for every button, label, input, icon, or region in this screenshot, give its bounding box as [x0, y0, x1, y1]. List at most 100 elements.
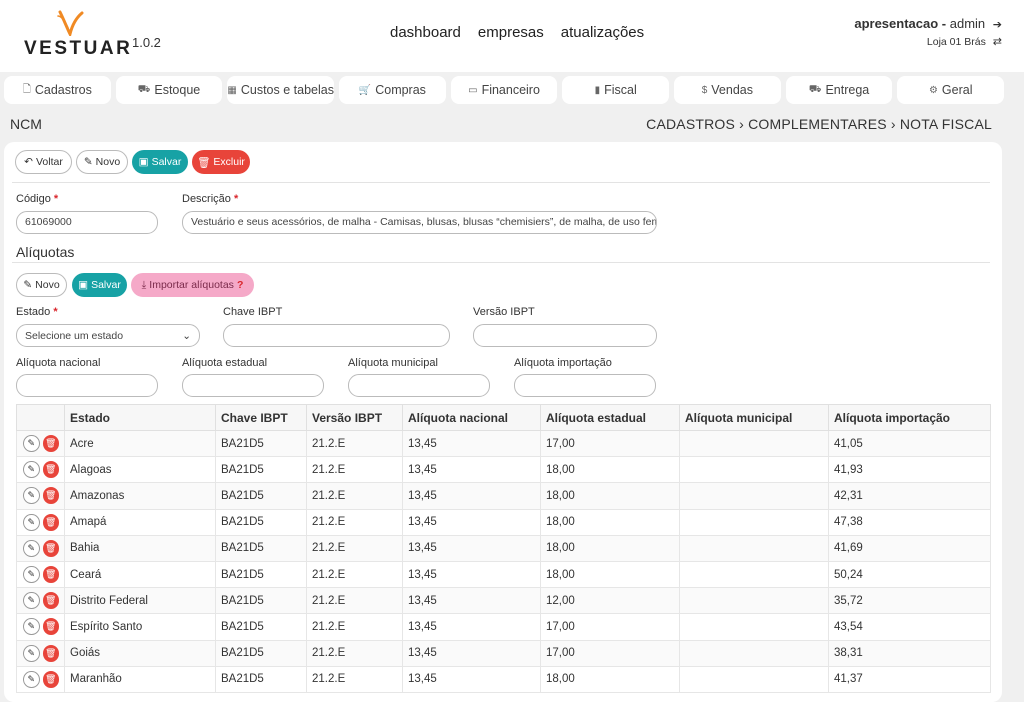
logo-mark-icon: [57, 10, 84, 36]
import-aliquotas-button[interactable]: ⤓ Importar alíquotas?: [131, 273, 254, 297]
row-actions-group: ✎ 🗑: [22, 644, 59, 662]
nav-dashboard[interactable]: dashboard: [390, 24, 461, 41]
aliquota-importacao-input[interactable]: [514, 374, 656, 397]
table-row[interactable]: ✎ 🗑 Goiás BA21D5 21.2.E 13,45 17,00 38,31: [16, 639, 991, 667]
back-arrow-icon: ↶: [24, 156, 33, 168]
floppy-icon: ▣: [78, 279, 89, 291]
table-row[interactable]: ✎ 🗑 Ceará BA21D5 21.2.E 13,45 18,00 50,24: [16, 560, 991, 589]
nav-atualizacoes[interactable]: atualizações: [561, 24, 644, 41]
edit-icon[interactable]: ✎: [23, 461, 40, 479]
menu-label: Fiscal: [604, 83, 637, 97]
back-button[interactable]: ↶ Voltar: [15, 150, 72, 174]
delete-icon[interactable]: 🗑: [42, 487, 59, 505]
delete-icon[interactable]: 🗑: [42, 461, 59, 479]
edit-icon[interactable]: ✎: [23, 539, 40, 557]
cell-aliquota-estadual: 12,00: [540, 587, 680, 615]
aliquota-estadual-input[interactable]: [182, 374, 324, 397]
aliquota-save-button[interactable]: ▣ Salvar: [72, 273, 127, 297]
pencil-icon: ✎: [83, 156, 93, 168]
chevron-down-icon: ⌄: [182, 329, 191, 342]
delete-icon[interactable]: 🗑: [42, 670, 59, 688]
delete-button[interactable]: 🗑 Excluir: [192, 150, 250, 174]
codigo-input[interactable]: 61069000: [16, 211, 158, 234]
cell-aliquota-municipal: [679, 456, 829, 484]
user-name[interactable]: apresentacao: [854, 16, 938, 31]
table-row[interactable]: ✎ 🗑 Distrito Federal BA21D5 21.2.E 13,45 12,00…: [16, 587, 991, 615]
column-header-estado[interactable]: Estado: [64, 404, 216, 431]
aliquota-municipal-label: Alíquota municipal: [348, 357, 438, 369]
chave-ibpt-input[interactable]: [223, 324, 450, 347]
cell-estado: Amapá: [64, 508, 216, 536]
table-row[interactable]: ✎ 🗑 Espírito Santo BA21D5 21.2.E 13,45 17,00 43…: [16, 613, 991, 641]
estado-select[interactable]: Selecione um estado ⌄: [16, 324, 200, 347]
column-header-versao-ibpt[interactable]: Versão IBPT: [306, 404, 403, 431]
logo-text[interactable]: VESTUAR: [24, 38, 132, 60]
descricao-input[interactable]: Vestuário e seus acessórios, de malha - …: [182, 211, 657, 234]
table-row[interactable]: ✎ 🗑 Acre BA21D5 21.2.E 13,45 17,00 41,05: [16, 429, 991, 458]
versao-ibpt-input[interactable]: [473, 324, 657, 347]
menu-financeiro[interactable]: ▭ Financeiro: [450, 76, 558, 104]
column-header-actions: [16, 404, 65, 431]
delete-icon[interactable]: 🗑: [42, 539, 59, 557]
menu-fiscal[interactable]: ▮ Fiscal: [562, 76, 670, 104]
aliquotas-table: Estado Chave IBPT Versão IBPT Alíquota n…: [16, 404, 991, 693]
table-row[interactable]: ✎ 🗑 Bahia BA21D5 21.2.E 13,45 18,00 41,69: [16, 534, 991, 562]
edit-icon[interactable]: ✎: [23, 566, 40, 584]
column-header-aliquota-estadual[interactable]: Alíquota estadual: [540, 404, 680, 431]
menu-estoque[interactable]: ⛟ Estoque: [115, 76, 223, 104]
table-row[interactable]: ✎ 🗑 Amazonas BA21D5 21.2.E 13,45 18,00 42,31: [16, 482, 991, 510]
column-header-aliquota-nacional[interactable]: Alíquota nacional: [402, 404, 541, 431]
menu-cadastros[interactable]: 🗋 Cadastros: [4, 76, 111, 104]
edit-icon[interactable]: ✎: [23, 435, 40, 453]
menu-custos-tabelas[interactable]: ▦ Custos e tabelas: [227, 76, 335, 104]
document-icon: ▮: [594, 84, 601, 96]
aliquota-municipal-input[interactable]: [348, 374, 490, 397]
row-actions: ✎ 🗑: [16, 508, 65, 536]
breadcrumb[interactable]: CADASTROS › COMPLEMENTARES › NOTA FISCAL: [646, 116, 992, 132]
edit-icon[interactable]: ✎: [23, 592, 40, 610]
switch-store-icon[interactable]: ⇄: [993, 35, 1002, 48]
edit-icon[interactable]: ✎: [23, 618, 40, 636]
cell-chave-ibpt: BA21D5: [215, 508, 307, 536]
edit-icon[interactable]: ✎: [23, 487, 40, 505]
table-row[interactable]: ✎ 🗑 Alagoas BA21D5 21.2.E 13,45 18,00 41,93: [16, 456, 991, 484]
delete-icon[interactable]: 🗑: [42, 592, 59, 610]
cell-aliquota-estadual: 18,00: [540, 508, 680, 536]
edit-icon[interactable]: ✎: [23, 513, 40, 531]
save-button[interactable]: ▣ Salvar: [132, 150, 188, 174]
logout-icon[interactable]: ➔: [993, 18, 1002, 31]
edit-icon[interactable]: ✎: [23, 670, 40, 688]
cell-estado: Acre: [64, 429, 216, 458]
menu-vendas[interactable]: $ Vendas: [674, 76, 781, 104]
new-button[interactable]: ✎ Novo: [76, 150, 128, 174]
help-icon[interactable]: ?: [237, 279, 243, 291]
nav-empresas[interactable]: empresas: [478, 24, 544, 41]
aliquota-new-button[interactable]: ✎ Novo: [16, 273, 67, 297]
store-name[interactable]: Loja 01 Brás: [927, 36, 986, 48]
table-row[interactable]: ✎ 🗑 Amapá BA21D5 21.2.E 13,45 18,00 47,38: [16, 508, 991, 536]
divider: [12, 182, 990, 183]
column-header-aliquota-municipal[interactable]: Alíquota municipal: [679, 404, 829, 431]
column-header-aliquota-importacao[interactable]: Alíquota importação: [828, 404, 991, 431]
column-header-chave-ibpt[interactable]: Chave IBPT: [215, 404, 307, 431]
user-role[interactable]: admin: [950, 16, 985, 31]
row-actions: ✎ 🗑: [16, 560, 65, 589]
menu-geral[interactable]: ⚙ Geral: [897, 76, 1005, 104]
aliquota-estadual-label: Alíquota estadual: [182, 357, 268, 369]
edit-icon[interactable]: ✎: [23, 644, 40, 662]
cell-aliquota-importacao: 43,54: [828, 613, 991, 641]
truck-icon: ⛟: [137, 83, 151, 95]
menu-compras[interactable]: 🛒 Compras: [339, 76, 446, 104]
row-actions-group: ✎ 🗑: [22, 435, 59, 453]
delete-icon[interactable]: 🗑: [42, 435, 59, 453]
delete-icon[interactable]: 🗑: [42, 618, 59, 636]
cell-chave-ibpt: BA21D5: [215, 639, 307, 667]
delete-icon[interactable]: 🗑: [42, 513, 59, 531]
delete-icon[interactable]: 🗑: [42, 644, 59, 662]
row-actions-group: ✎ 🗑: [22, 592, 59, 610]
table-row[interactable]: ✎ 🗑 Maranhão BA21D5 21.2.E 13,45 18,00 41,37: [16, 665, 991, 693]
aliquota-nacional-input[interactable]: [16, 374, 158, 397]
menu-entrega[interactable]: ⛟ Entrega: [785, 76, 893, 104]
floppy-icon: ▣: [138, 156, 149, 168]
delete-icon[interactable]: 🗑: [42, 566, 59, 584]
